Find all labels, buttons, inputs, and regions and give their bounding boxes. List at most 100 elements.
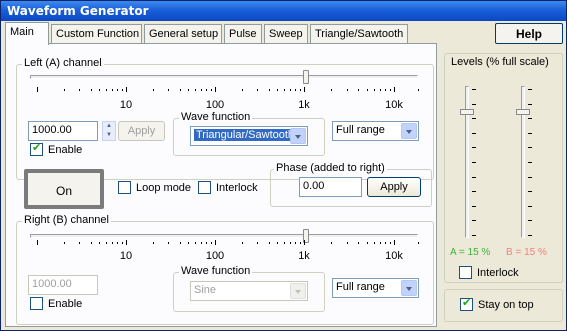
- scale-tick-minor: [180, 242, 181, 244]
- level-scale-tick: [472, 235, 476, 236]
- spin-up-icon[interactable]: ▲: [103, 122, 115, 131]
- scale-tick-minor: [374, 89, 375, 91]
- right-range-select[interactable]: Full range: [332, 278, 419, 298]
- scale-tick-minor: [106, 242, 107, 244]
- scale-tick-minor: [117, 242, 118, 244]
- level-scale-tick: [472, 104, 476, 105]
- right-tick-label-10: 10: [119, 250, 133, 262]
- left-tick-label-100: 100: [205, 99, 225, 111]
- interlock-label: Interlock: [216, 182, 258, 194]
- dropdown-arrow-icon[interactable]: [290, 283, 306, 299]
- level-scale-tick: [472, 133, 476, 134]
- checkbox-checked-icon[interactable]: [30, 141, 43, 156]
- phase-apply-button[interactable]: Apply: [367, 177, 421, 197]
- tab-main[interactable]: Main: [5, 22, 49, 45]
- level-scale-tick: [528, 191, 532, 192]
- left-enable-checkbox[interactable]: Enable: [30, 141, 82, 156]
- levels-interlock-checkbox[interactable]: Interlock: [459, 266, 519, 279]
- scale-tick-minor: [211, 89, 212, 91]
- left-range-select[interactable]: Full range: [332, 121, 419, 141]
- checkbox-unchecked-icon[interactable]: [459, 266, 472, 279]
- scale-tick-minor: [257, 242, 258, 244]
- level-scale-tick: [472, 191, 476, 192]
- tab-custom-function[interactable]: Custom Function: [51, 24, 142, 44]
- scale-tick-minor: [188, 89, 189, 91]
- right-wave-function-value: Sine: [194, 284, 217, 296]
- scale-tick-minor: [153, 242, 154, 244]
- title-bar[interactable]: Waveform Generator: [1, 1, 566, 21]
- level-b-label: B = 15 %: [506, 247, 547, 258]
- level-scale-tick: [472, 147, 476, 148]
- window-title: Waveform Generator: [7, 4, 149, 18]
- level-b-slider-thumb[interactable]: [516, 109, 530, 115]
- tab-general-setup[interactable]: General setup: [144, 24, 222, 44]
- scale-tick-minor: [91, 242, 92, 244]
- scale-tick-minor: [91, 89, 92, 91]
- checkbox-unchecked-icon[interactable]: [30, 297, 43, 310]
- scale-tick-minor: [390, 242, 391, 244]
- dropdown-arrow-icon[interactable]: [401, 123, 417, 139]
- checkbox-unchecked-icon[interactable]: [118, 181, 131, 194]
- stay-on-top-checkbox[interactable]: Stay on top: [460, 296, 534, 311]
- level-scale-tick: [472, 206, 476, 207]
- left-slider-thumb[interactable]: [303, 70, 309, 84]
- scale-tick-minor: [168, 242, 169, 244]
- right-enable-checkbox[interactable]: Enable: [30, 297, 82, 310]
- level-scale-tick: [528, 89, 532, 90]
- scale-tick-minor: [206, 89, 207, 91]
- level-scale-tick: [528, 104, 532, 105]
- scale-tick-minor: [112, 242, 113, 244]
- scale-tick-minor: [153, 89, 154, 91]
- right-channel-title: Right (B) channel: [22, 214, 111, 226]
- spin-down-icon[interactable]: ▼: [103, 131, 115, 140]
- right-frequency-input[interactable]: 1000.00: [28, 275, 98, 295]
- help-button[interactable]: Help: [495, 23, 563, 44]
- left-wave-function-select[interactable]: Triangular/Sawtooth: [190, 126, 308, 146]
- tab-triangle-sawtooth[interactable]: Triangle/Sawtooth: [310, 24, 408, 44]
- left-frequency-spinner[interactable]: ▲ ▼: [102, 121, 116, 141]
- scale-tick-minor: [257, 89, 258, 91]
- phase-input[interactable]: 0.00: [299, 177, 362, 197]
- scale-tick-minor: [188, 242, 189, 244]
- dropdown-arrow-icon[interactable]: [401, 280, 417, 296]
- scale-tick-minor: [99, 89, 100, 91]
- level-scale-tick: [472, 177, 476, 178]
- tab-pulse[interactable]: Pulse: [224, 24, 262, 44]
- on-button[interactable]: On: [24, 169, 104, 209]
- dropdown-arrow-icon[interactable]: [290, 128, 306, 144]
- scale-tick-minor: [367, 89, 368, 91]
- checkbox-checked-icon[interactable]: [460, 296, 473, 311]
- scale-tick-minor: [390, 89, 391, 91]
- scale-tick-minor: [79, 242, 80, 244]
- scale-tick-major: [37, 87, 38, 92]
- scale-tick-minor: [122, 89, 123, 91]
- scale-tick-minor: [358, 242, 359, 244]
- levels-group: A = 15 % B = 15 % Interlock: [444, 53, 563, 283]
- left-apply-button[interactable]: Apply: [118, 121, 165, 141]
- scale-tick-minor: [284, 89, 285, 91]
- left-frequency-input[interactable]: 1000.00: [28, 121, 98, 141]
- scale-tick-minor: [64, 242, 65, 244]
- loop-mode-label: Loop mode: [136, 182, 192, 194]
- level-scale-tick: [528, 147, 532, 148]
- right-wave-function-select[interactable]: Sine: [190, 281, 308, 301]
- tab-sweep[interactable]: Sweep: [264, 24, 308, 44]
- scale-tick-minor: [295, 242, 296, 244]
- scale-tick-minor: [300, 89, 301, 91]
- left-wave-function-title: Wave function: [179, 111, 253, 123]
- scale-tick-minor: [290, 89, 291, 91]
- level-scale-tick: [528, 235, 532, 236]
- loop-mode-checkbox[interactable]: Loop mode: [118, 181, 191, 194]
- scale-tick-major: [215, 240, 216, 245]
- checkbox-unchecked-icon[interactable]: [198, 181, 211, 194]
- interlock-checkbox[interactable]: Interlock: [198, 181, 258, 194]
- left-channel-title: Left (A) channel: [22, 57, 104, 69]
- right-range-value: Full range: [336, 281, 385, 293]
- scale-tick-minor: [358, 89, 359, 91]
- scale-tick-major: [304, 240, 305, 245]
- level-a-slider-thumb[interactable]: [460, 109, 474, 115]
- scale-tick-major: [394, 87, 395, 92]
- scale-tick-minor: [380, 242, 381, 244]
- level-scale-tick: [528, 206, 532, 207]
- waveform-generator-window: Waveform Generator Main Custom Function …: [0, 0, 567, 331]
